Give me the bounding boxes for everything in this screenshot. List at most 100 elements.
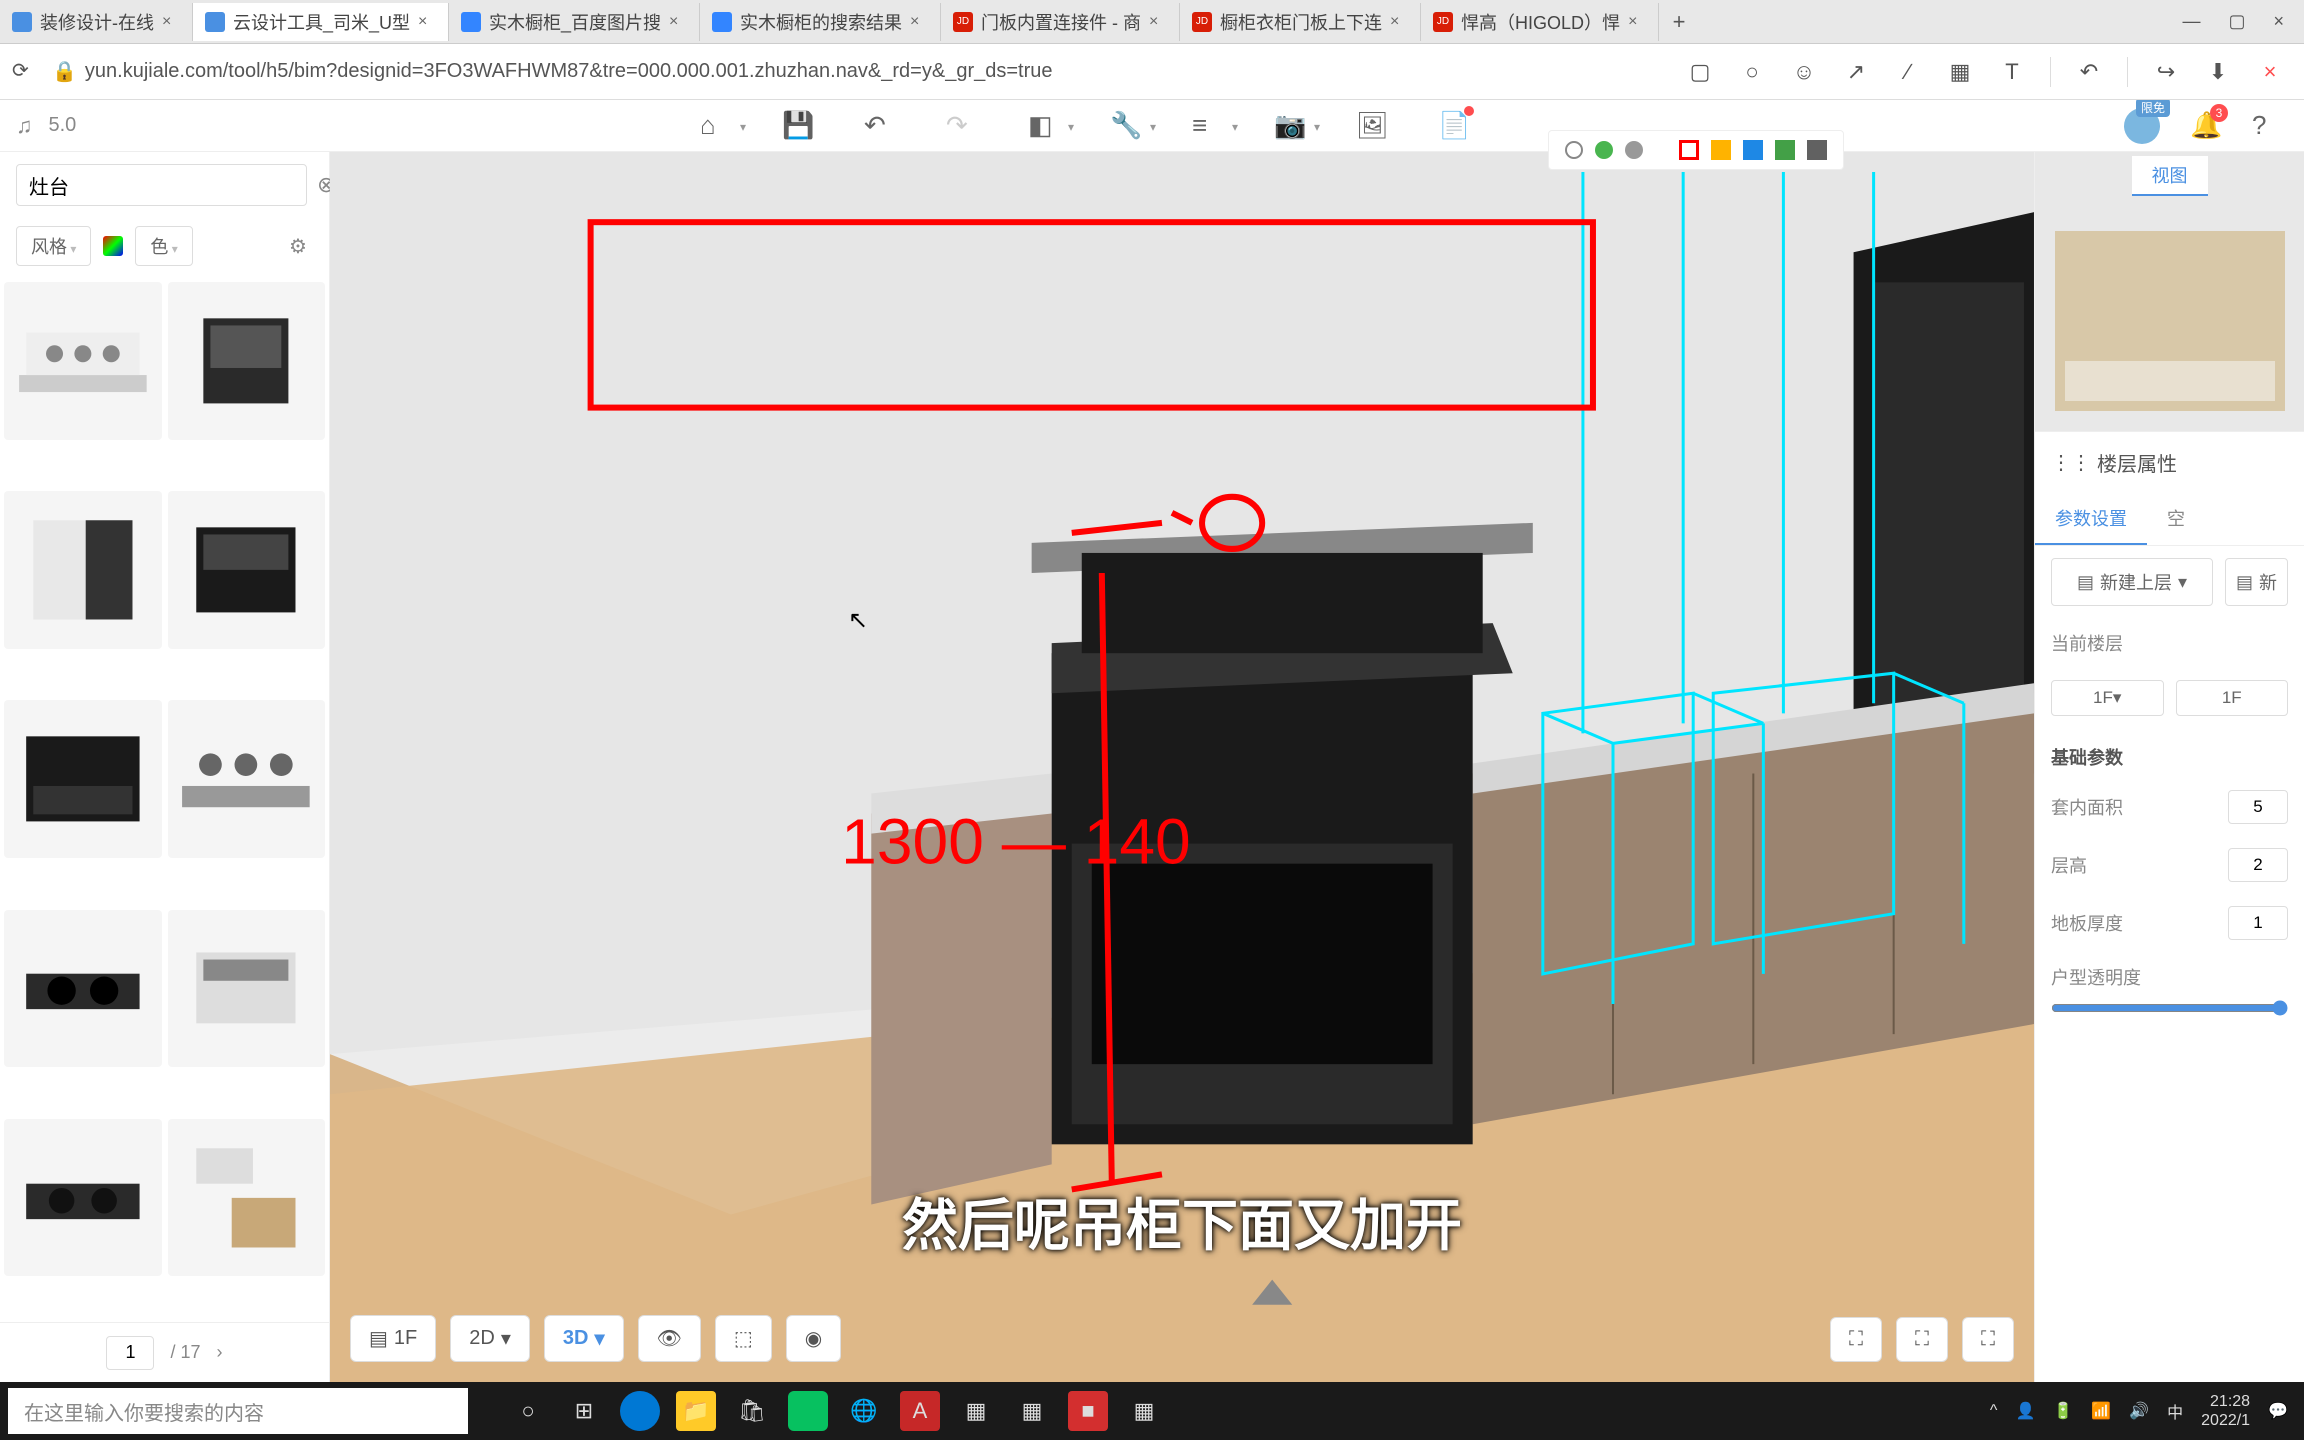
minimize-icon[interactable]: — (2182, 11, 2200, 32)
tray-ime[interactable]: 中 (2167, 1399, 2183, 1423)
align-icon[interactable]: ≡ (1192, 110, 1224, 142)
browser-tab[interactable]: 云设计工具_司米_U型× (193, 3, 449, 41)
color-blue[interactable] (1743, 140, 1763, 160)
rect-tool-icon[interactable]: ▢ (1686, 58, 1714, 86)
model-thumb[interactable] (4, 282, 162, 440)
bell-icon[interactable]: 🔔3 (2190, 110, 2222, 142)
save-icon[interactable]: 💾 (782, 110, 814, 142)
app-icon[interactable]: ▦ (1124, 1391, 1164, 1431)
model-thumb[interactable] (4, 700, 162, 858)
new-upper-floor-button[interactable]: ▤ 新建上层 ▾ (2051, 558, 2213, 606)
browser-tab[interactable]: JD悍高（HIGOLD）悍× (1421, 3, 1659, 41)
floor-to-select[interactable]: 1F (2176, 680, 2289, 716)
app-icon[interactable]: ▦ (956, 1391, 996, 1431)
wechat-icon[interactable] (788, 1391, 828, 1431)
frame2-icon[interactable]: ⛶ (1896, 1317, 1948, 1362)
explorer-icon[interactable]: 📁 (676, 1391, 716, 1431)
text-tool-icon[interactable]: T (1998, 58, 2026, 86)
browser-tab[interactable]: JD门板内置连接件 - 商× (941, 3, 1180, 41)
model-thumb[interactable] (168, 1119, 326, 1277)
page-input[interactable] (106, 1336, 154, 1370)
share-icon[interactable]: ↪ (2152, 58, 2180, 86)
document-icon[interactable]: 📄 (1438, 110, 1470, 142)
size-med-icon[interactable] (1595, 141, 1613, 159)
autocad-icon[interactable]: A (900, 1391, 940, 1431)
fullscreen-icon[interactable]: ⛶ (1962, 1317, 2014, 1362)
color-green[interactable] (1775, 140, 1795, 160)
task-view-icon[interactable]: ⊞ (564, 1391, 604, 1431)
edge-icon[interactable] (620, 1391, 660, 1431)
next-page-icon[interactable]: › (217, 1342, 223, 1363)
model-thumb[interactable] (4, 910, 162, 1068)
avatar[interactable]: 限免 (2124, 108, 2160, 144)
cube-icon[interactable]: ⬚ (715, 1315, 772, 1362)
eye-icon[interactable]: 👁 (638, 1315, 701, 1362)
style-filter[interactable]: 风格 (16, 226, 91, 266)
image-icon[interactable]: 🖼 (1356, 110, 1388, 142)
new-button[interactable]: ▤ 新 (2225, 558, 2288, 606)
download-icon[interactable]: ⬇ (2204, 58, 2232, 86)
clock[interactable]: 21:28 2022/1 (2201, 1392, 2250, 1430)
tray-volume-icon[interactable]: 🔊 (2129, 1401, 2149, 1421)
close-icon[interactable]: × (2256, 58, 2284, 86)
browser-tab[interactable]: 实木橱柜的搜索结果× (700, 3, 941, 41)
color-orange[interactable] (1711, 140, 1731, 160)
color-filter[interactable]: 色 (135, 226, 192, 266)
eraser-icon[interactable]: ◧ (1028, 110, 1060, 142)
tray-wifi-icon[interactable]: 📶 (2091, 1401, 2111, 1421)
frame-icon[interactable]: ⛶ (1830, 1317, 1882, 1362)
home-icon[interactable]: ⌂ (700, 110, 732, 142)
emoji-tool-icon[interactable]: ☺ (1790, 58, 1818, 86)
new-tab-button[interactable]: + (1659, 3, 1699, 41)
reload-icon[interactable]: ⟳ (12, 58, 40, 86)
line-tool-icon[interactable]: ∕ (1894, 58, 1922, 86)
view-2d-button[interactable]: 2D ▾ (450, 1315, 530, 1362)
model-thumb[interactable] (168, 700, 326, 858)
close-icon[interactable]: × (418, 13, 436, 31)
view-3d-button[interactable]: 3D ▾ (544, 1315, 624, 1362)
taskbar-search[interactable]: 在这里输入你要搜索的内容 (8, 1388, 468, 1434)
chrome-icon[interactable]: 🌐 (844, 1391, 884, 1431)
help-icon[interactable]: ? (2252, 110, 2284, 142)
app-icon[interactable]: ▦ (1012, 1391, 1052, 1431)
browser-tab[interactable]: JD橱柜衣柜门板上下连× (1180, 3, 1421, 41)
close-icon[interactable]: × (910, 13, 928, 31)
compass-icon[interactable]: ◉ (786, 1315, 841, 1362)
color-filter-icon[interactable] (103, 236, 123, 256)
close-icon[interactable]: × (2273, 11, 2284, 32)
cortana-icon[interactable]: ○ (508, 1391, 548, 1431)
store-icon[interactable]: 🛍 (732, 1391, 772, 1431)
circle-tool-icon[interactable]: ○ (1738, 58, 1766, 86)
browser-tab[interactable]: 装修设计-在线× (0, 3, 193, 41)
maximize-icon[interactable]: ▢ (2228, 11, 2245, 32)
design-canvas[interactable]: 1300 — 140 ↖ 然后呢吊柜下面又加开 ▤ 1F 2D ▾ 3D ▾ 👁… (330, 152, 2034, 1382)
floor-from-select[interactable]: 1F ▾ (2051, 680, 2164, 716)
model-thumb[interactable] (4, 1119, 162, 1277)
transparency-slider[interactable] (2051, 1000, 2288, 1016)
model-thumb[interactable] (168, 282, 326, 440)
tray-people-icon[interactable]: 👤 (2015, 1401, 2035, 1421)
filter-icon[interactable]: ⚙ (289, 234, 313, 258)
music-icon[interactable]: ♫ (16, 113, 33, 139)
tray-battery-icon[interactable]: 🔋 (2053, 1401, 2073, 1421)
tab-params[interactable]: 参数设置 (2035, 493, 2147, 545)
wrench-icon[interactable]: 🔧 (1110, 110, 1142, 142)
floor-thick-input[interactable] (2228, 906, 2288, 940)
floor-button[interactable]: ▤ 1F (350, 1315, 436, 1362)
close-icon[interactable]: × (1628, 13, 1646, 31)
color-gray[interactable] (1807, 140, 1827, 160)
tray-chevron-icon[interactable]: ^ (1990, 1402, 1998, 1420)
size-large-icon[interactable] (1625, 141, 1643, 159)
color-red[interactable] (1679, 140, 1699, 160)
search-input[interactable] (16, 164, 307, 206)
model-thumb[interactable] (168, 491, 326, 649)
undo-icon[interactable]: ↶ (864, 110, 896, 142)
camera-icon[interactable]: 📷 (1274, 110, 1306, 142)
height-input[interactable] (2228, 848, 2288, 882)
mosaic-tool-icon[interactable]: ▦ (1946, 58, 1974, 86)
tab-space[interactable]: 空 (2147, 493, 2205, 545)
notification-icon[interactable]: 💬 (2268, 1401, 2288, 1421)
area-input[interactable] (2228, 790, 2288, 824)
redo-icon[interactable]: ↷ (946, 110, 978, 142)
undo-icon[interactable]: ↶ (2075, 58, 2103, 86)
